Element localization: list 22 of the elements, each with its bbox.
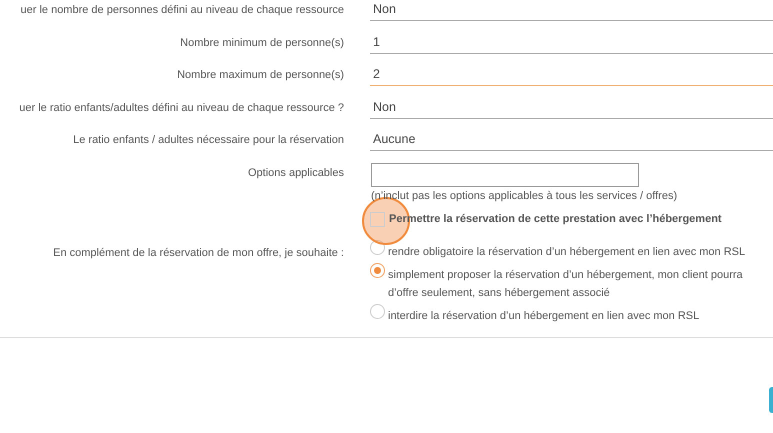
field-label: uer le ratio enfants/adultes défini au niveau de chaque ressource ? — [19, 100, 344, 114]
field-label: Nombre maximum de personne(s) — [177, 68, 344, 81]
field-label: En complément de la réservation de mon offre, je souhaite : — [53, 246, 344, 258]
radio-button[interactable] — [370, 240, 385, 254]
field-label: Nombre minimum de personne(s) — [180, 36, 344, 48]
field-label: uer le nombre de personnes défini au niveau de chaque ressource — [20, 3, 344, 16]
radio-button[interactable] — [370, 262, 385, 278]
action-button[interactable] — [769, 386, 773, 412]
input-field[interactable]: 2 — [370, 65, 773, 86]
field-label: Options applicables — [248, 166, 344, 178]
options-field[interactable] — [371, 162, 639, 186]
checkbox[interactable] — [370, 212, 385, 226]
input-field[interactable]: 1 — [370, 32, 773, 54]
input-field[interactable]: Aucune — [370, 130, 773, 151]
radio-label: rendre obligatoire la réservation d’un hébergement en lien avec mon RSL — [388, 244, 746, 260]
radio-button[interactable] — [370, 304, 385, 318]
radio-label: interdire la réservation d’un hébergement en lien avec mon RSL — [388, 308, 700, 324]
input-field[interactable]: Non — [370, 98, 773, 118]
radio-label: simplement proposer la réservation d’un hébergement, mon client pourra d’offre seulement, sans hébergement associé — [388, 268, 743, 300]
input-field[interactable]: Non — [370, 0, 773, 21]
field-label: Le ratio enfants / adultes nécessaire pour la réservation — [73, 133, 344, 146]
help-text: (n’inclut pas les options applicables à tous les services / offres) — [371, 190, 678, 202]
